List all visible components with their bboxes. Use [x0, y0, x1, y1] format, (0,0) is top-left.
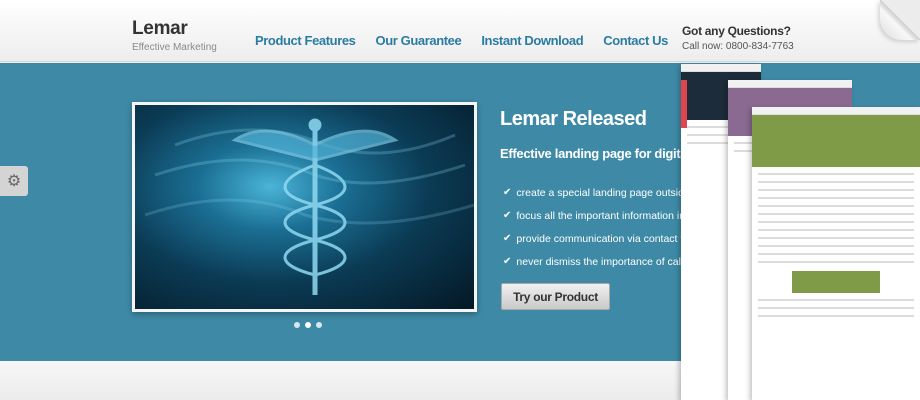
checkmark-icon: ✔ [503, 256, 512, 267]
gear-icon: ⚙ [6, 173, 22, 190]
slider-dot[interactable] [316, 322, 322, 328]
checkmark-icon: ✔ [503, 210, 512, 221]
landing-page-preview-green [752, 107, 920, 400]
contact-question: Got any Questions? [682, 24, 791, 38]
nav-product-features[interactable]: Product Features [255, 33, 356, 48]
page-curl-corner[interactable] [880, 0, 920, 40]
contact-phone: Call now: 0800-834-7763 [682, 41, 794, 52]
main-nav: Product Features Our Guarantee Instant D… [255, 33, 668, 48]
checkmark-icon: ✔ [503, 233, 512, 244]
settings-tab[interactable]: ⚙ [0, 166, 28, 196]
slider-dot[interactable] [294, 322, 300, 328]
slider-dots [294, 322, 322, 328]
try-product-button[interactable]: Try our Product [501, 283, 610, 310]
nav-our-guarantee[interactable]: Our Guarantee [376, 33, 462, 48]
caduceus-illustration [144, 118, 474, 295]
logo[interactable]: Lemar [132, 18, 188, 40]
hero-title: Lemar Released [500, 108, 647, 130]
slider-dot-active[interactable] [305, 322, 311, 328]
nav-instant-download[interactable]: Instant Download [481, 33, 583, 48]
slide-image [135, 105, 474, 309]
tagline: Effective Marketing [132, 42, 217, 53]
hero-subtitle: Effective landing page for digital sa [500, 146, 708, 161]
checkmark-icon: ✔ [503, 187, 512, 198]
nav-contact-us[interactable]: Contact Us [603, 33, 668, 48]
site-header: Lemar Effective Marketing Product Featur… [0, 0, 920, 62]
landing-page-preview-red-strip [681, 80, 687, 128]
slider-frame[interactable] [132, 102, 477, 312]
